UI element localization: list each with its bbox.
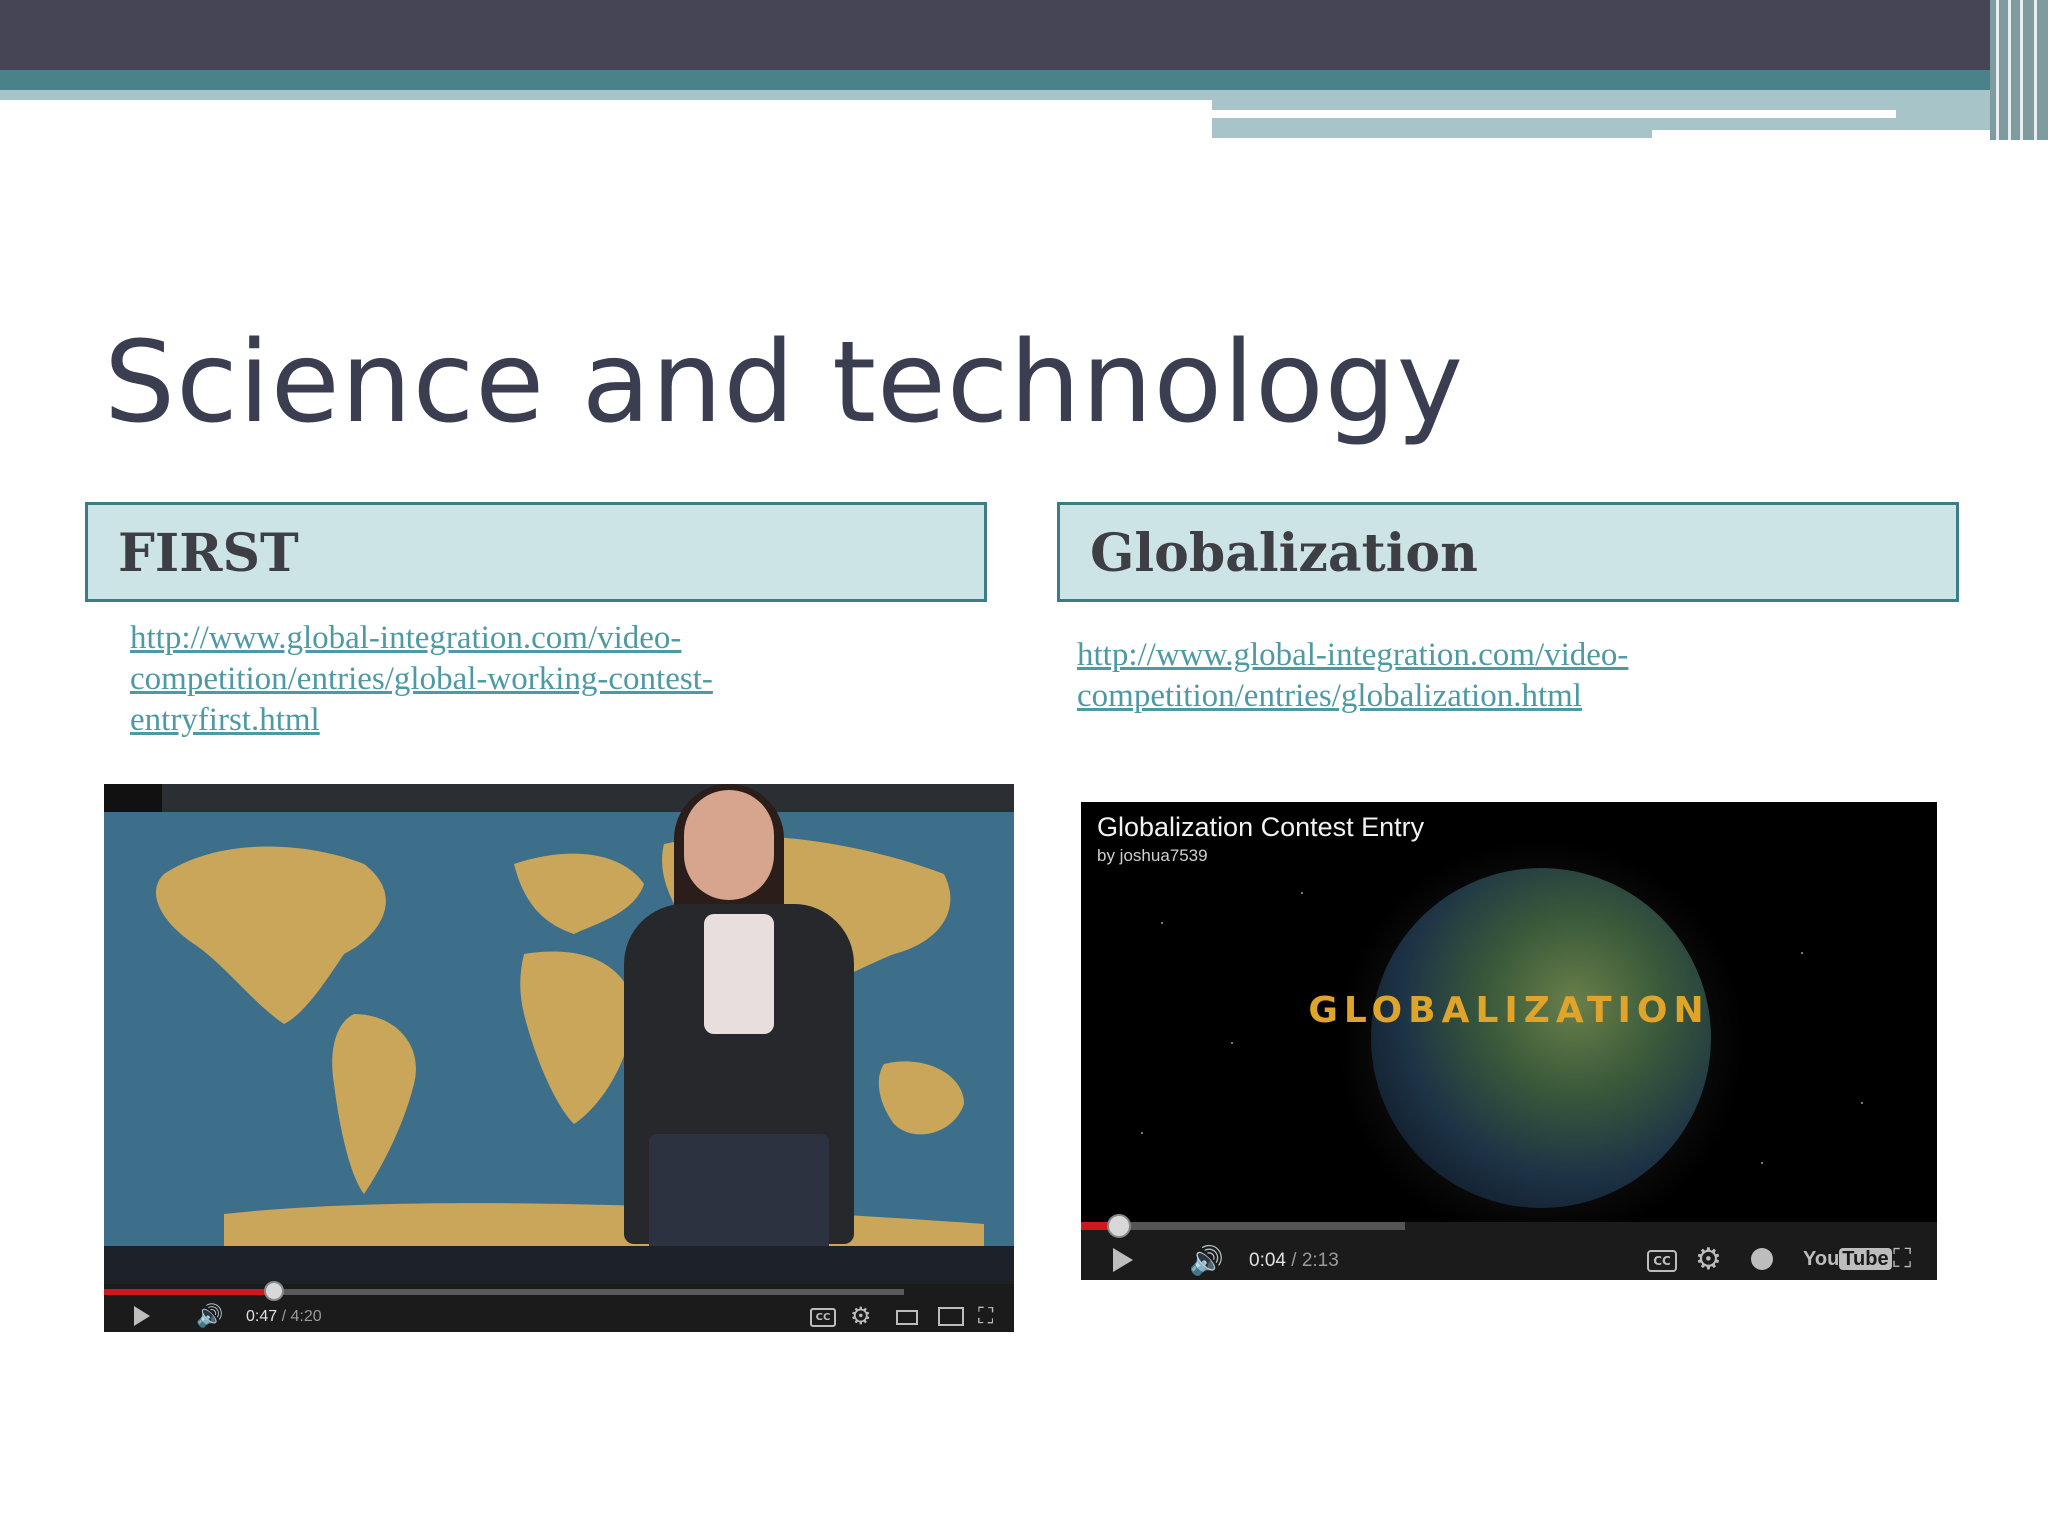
youtube-logo-tube: Tube <box>1839 1248 1892 1270</box>
star <box>1231 1042 1233 1044</box>
first-video-time: 0:47 / 4:20 <box>246 1308 322 1326</box>
globalization-video-time: 0:04 / 2:13 <box>1249 1250 1339 1272</box>
first-video-player[interactable]: 🔊 0:47 / 4:20 CC ⚙ ⛶ <box>104 784 1014 1332</box>
first-video-scrubber[interactable] <box>264 1281 284 1301</box>
cc-icon[interactable]: CC <box>1647 1250 1677 1272</box>
teal-stripe <box>0 70 2048 90</box>
globalization-video-time-current: 0:04 <box>1249 1250 1286 1271</box>
person-head <box>684 790 774 900</box>
video-title[interactable]: Globalization Contest Entry <box>1097 812 1424 843</box>
edge-line <box>2034 0 2037 140</box>
gear-icon[interactable]: ⚙ <box>850 1302 872 1330</box>
globalization-video-player[interactable]: GLOBALIZATION Globalization Contest Entr… <box>1081 802 1937 1280</box>
volume-icon[interactable]: 🔊 <box>196 1304 223 1329</box>
globalization-video-scrubber[interactable] <box>1107 1214 1131 1238</box>
globalization-header-box: Globalization <box>1057 502 1959 602</box>
star <box>1761 1162 1763 1164</box>
star <box>1161 922 1163 924</box>
youtube-logo-you: You <box>1803 1248 1840 1270</box>
video-corner-shade <box>104 784 162 812</box>
youtube-logo[interactable]: You Tube <box>1803 1248 1892 1271</box>
first-video-frame[interactable] <box>104 784 1014 1284</box>
edge-line <box>1996 0 1999 140</box>
globe-image <box>1371 868 1711 1208</box>
slide-title: Science and technology <box>104 318 1464 448</box>
globalization-video-time-total: 2:13 <box>1301 1250 1339 1271</box>
play-icon[interactable] <box>134 1306 150 1326</box>
first-video-time-total: 4:20 <box>290 1308 322 1325</box>
video-top-shade <box>104 784 1014 812</box>
volume-icon[interactable]: 🔊 <box>1189 1244 1224 1277</box>
play-icon[interactable] <box>1113 1248 1133 1272</box>
top-band <box>0 0 2048 70</box>
star <box>1141 1132 1143 1134</box>
edge-line <box>2008 0 2011 140</box>
edge-line <box>2020 0 2023 140</box>
small-player-icon[interactable] <box>896 1310 918 1325</box>
clock-icon[interactable] <box>1751 1248 1773 1270</box>
light-stripe <box>0 90 1212 100</box>
first-video-time-current: 0:47 <box>246 1308 278 1325</box>
right-decoration-line <box>1212 110 1896 118</box>
fullscreen-icon[interactable]: ⛶ <box>978 1304 993 1329</box>
gear-icon[interactable]: ⚙ <box>1695 1242 1722 1277</box>
globalization-video-time-separator: / <box>1285 1250 1302 1271</box>
right-decoration-line <box>1652 130 2008 140</box>
fullscreen-icon[interactable]: ⛶ <box>1893 1244 1911 1275</box>
first-header-box: FIRST <box>85 502 987 602</box>
star <box>1861 1102 1863 1104</box>
first-video-time-separator: / <box>277 1308 291 1325</box>
video-author[interactable]: by joshua7539 <box>1097 846 1208 866</box>
first-video-progress-played <box>104 1289 276 1295</box>
star <box>1801 952 1803 954</box>
star <box>1301 892 1303 894</box>
first-header-text: FIRST <box>118 523 299 584</box>
cc-icon[interactable]: CC <box>810 1308 836 1327</box>
large-player-icon[interactable] <box>938 1307 964 1326</box>
first-video-link[interactable]: http://www.global-integration.com/video-… <box>130 618 890 741</box>
globalization-header-text: Globalization <box>1090 523 1478 584</box>
world-map <box>155 835 984 1246</box>
person-shirt <box>704 914 774 1034</box>
video-bottom-shade <box>104 1246 1014 1284</box>
globalization-overlay-text: GLOBALIZATION <box>1308 990 1710 1031</box>
right-edge-decoration <box>1990 0 2048 140</box>
globalization-video-link[interactable]: http://www.global-integration.com/video-… <box>1077 635 1837 717</box>
